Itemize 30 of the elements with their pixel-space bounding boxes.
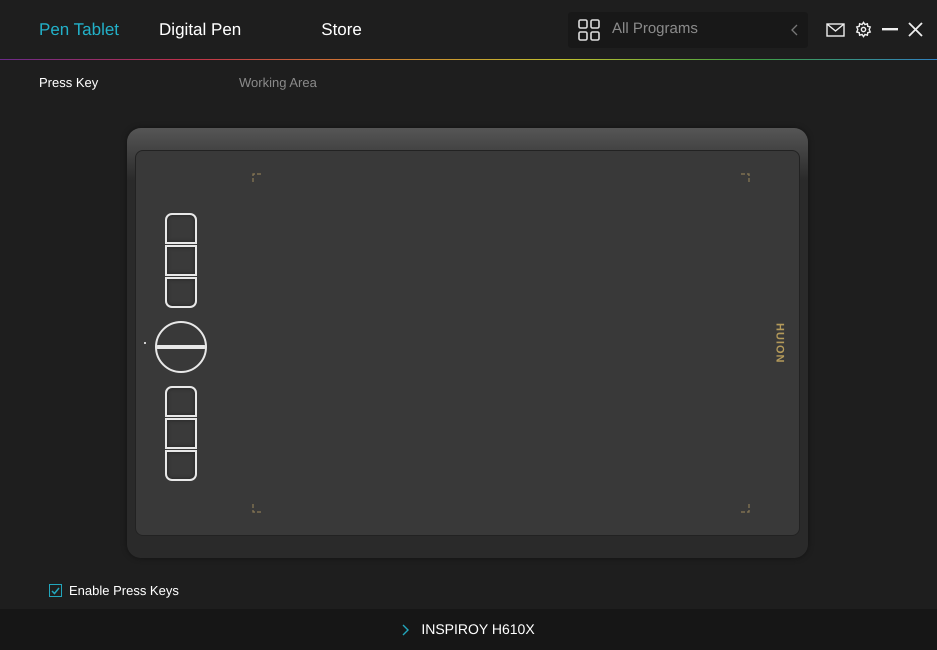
chevron-left-icon[interactable] xyxy=(790,24,798,36)
press-key[interactable] xyxy=(165,213,197,244)
nav-tab[interactable]: Pen Tablet xyxy=(39,16,120,42)
enable-press-keys-checkbox[interactable] xyxy=(49,584,62,598)
corner-mark-icon xyxy=(740,173,750,183)
press-key[interactable] xyxy=(165,245,197,276)
dial-wheel[interactable] xyxy=(155,321,207,373)
check-icon xyxy=(51,586,60,595)
nav-tab[interactable]: Store xyxy=(321,16,362,42)
program-search-field[interactable]: All Programs xyxy=(612,18,778,41)
mail-icon[interactable] xyxy=(826,22,845,36)
settings-icon[interactable] xyxy=(855,21,872,38)
sub-tab[interactable]: Working Area xyxy=(239,73,439,93)
close-icon[interactable] xyxy=(908,22,923,37)
press-key[interactable] xyxy=(165,386,197,417)
corner-mark-icon xyxy=(252,503,262,513)
minimize-icon[interactable] xyxy=(882,28,898,31)
checkbox-label: Enable Press Keys xyxy=(69,582,179,600)
nav-tab[interactable]: Digital Pen xyxy=(159,16,242,42)
corner-mark-icon xyxy=(252,173,262,183)
sub-tab[interactable]: Press Key xyxy=(39,73,239,93)
device-name: INSPIROY H610X xyxy=(421,620,535,639)
tablet-logo: HUION xyxy=(772,322,786,364)
grid-icon xyxy=(578,18,600,40)
chevron-right-icon[interactable] xyxy=(402,624,410,636)
corner-mark-icon xyxy=(740,503,750,513)
press-key[interactable] xyxy=(165,277,197,308)
press-key[interactable] xyxy=(165,418,197,449)
program-selector[interactable]: All Programs xyxy=(568,12,808,48)
press-key[interactable] xyxy=(165,450,197,481)
